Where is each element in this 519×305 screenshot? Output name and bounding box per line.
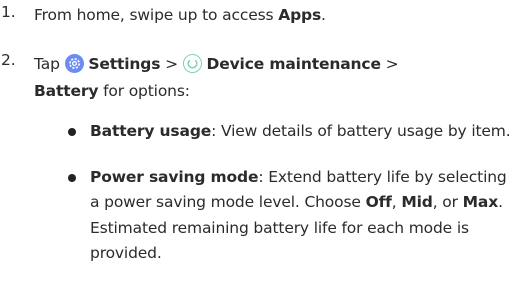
battery-label: Battery — [34, 82, 99, 100]
settings-label: Settings — [88, 55, 161, 73]
step-number: 2. — [1, 51, 16, 69]
option-description: , or — [432, 193, 463, 211]
list-item: Power saving mode: Extend battery life b… — [68, 165, 516, 267]
option-description: , — [391, 193, 402, 211]
step-text-plain: for options: — [98, 82, 190, 100]
list-item: Battery usage: View details of battery u… — [68, 119, 516, 145]
settings-gear-icon — [64, 54, 84, 73]
step-text: Tap Settings > Device maintenance > Batte… — [34, 51, 514, 105]
battery-options-list: Battery usage: View details of battery u… — [68, 119, 516, 267]
bullet-icon — [68, 173, 76, 182]
step-number: 1. — [1, 3, 16, 21]
step-text-plain: From home, swipe up to access — [34, 6, 279, 24]
separator: > — [160, 55, 183, 73]
step-text-plain: . — [321, 6, 326, 24]
apps-label: Apps — [278, 6, 322, 24]
bullet-icon — [68, 128, 76, 136]
option-term: Power saving mode — [90, 167, 259, 186]
mode-mid: Mid — [401, 193, 433, 211]
option-term: Battery usage — [90, 122, 212, 140]
mode-off: Off — [365, 193, 392, 211]
option-description: : View details of battery usage by item. — [211, 122, 511, 140]
device-maintenance-icon — [182, 54, 202, 73]
mode-max: Max — [462, 193, 499, 211]
step-text-plain: Tap — [34, 55, 65, 73]
device-maintenance-label: Device maintenance — [206, 55, 381, 73]
separator: > — [380, 55, 399, 73]
step-text: From home, swipe up to access Apps. — [34, 3, 514, 28]
